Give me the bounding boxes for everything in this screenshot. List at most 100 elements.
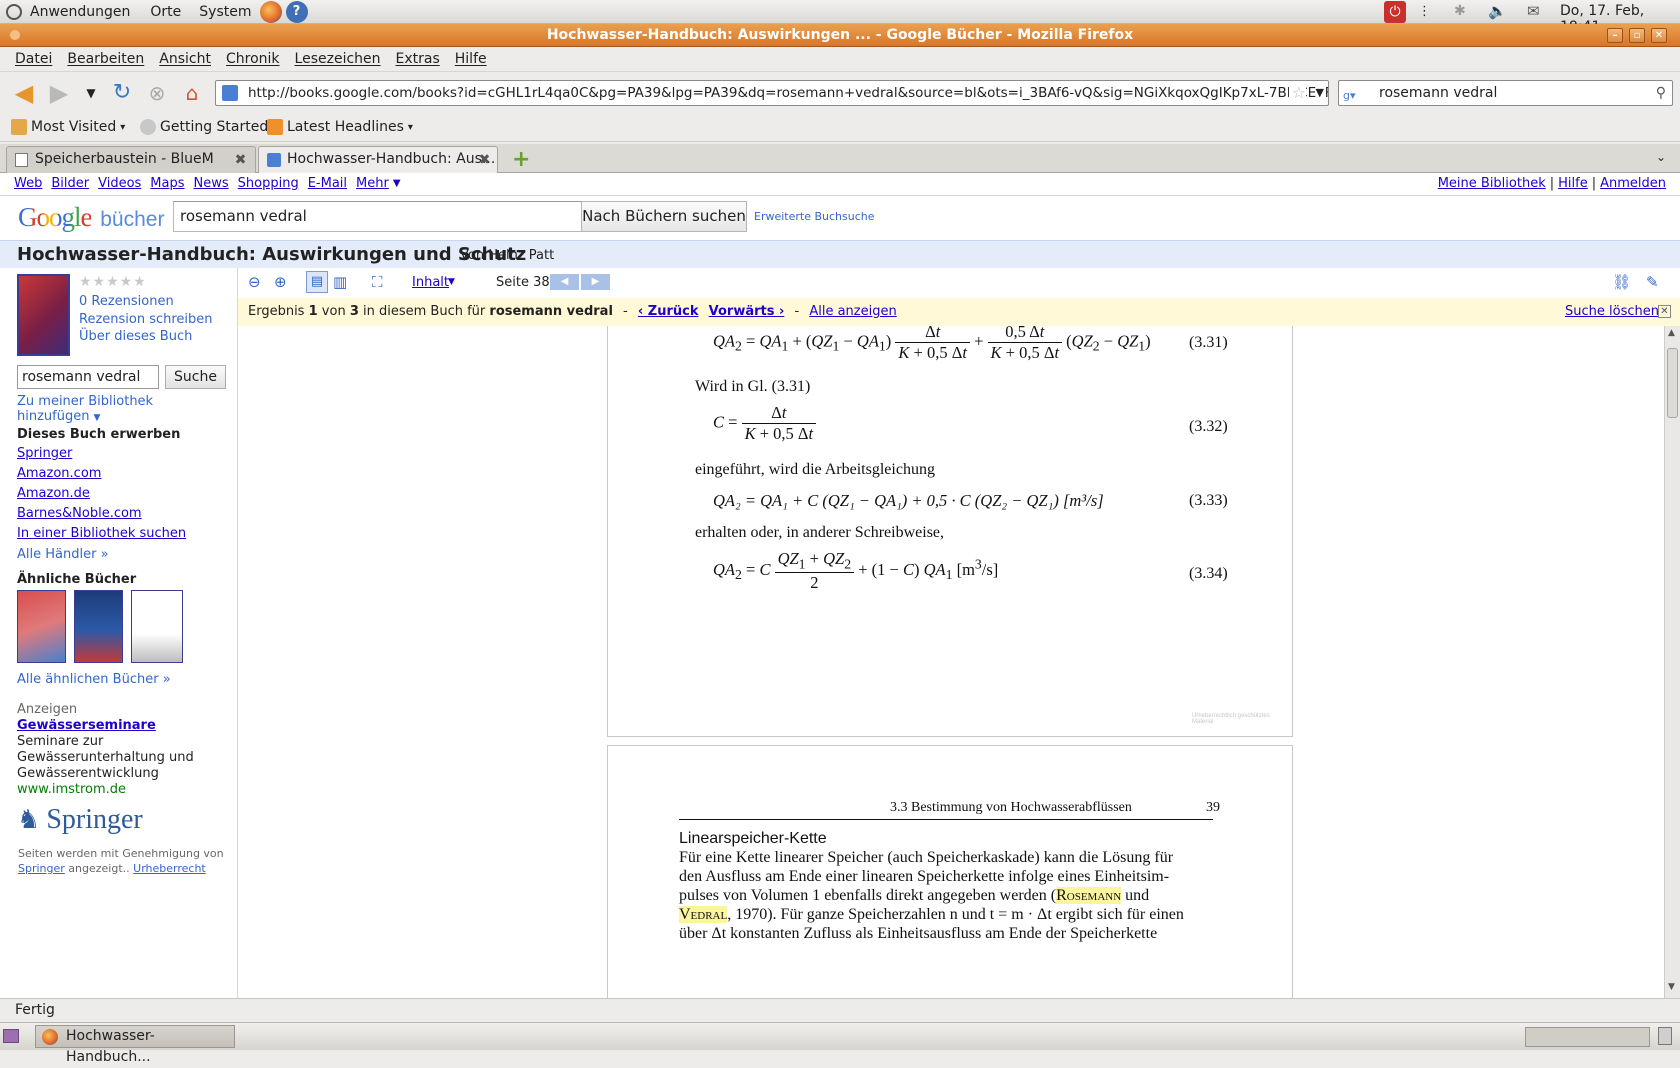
- network-icon[interactable]: ⋮: [1418, 4, 1431, 19]
- about-book-link[interactable]: Über dieses Buch: [79, 329, 192, 344]
- sidebar-search-button[interactable]: Suche: [165, 365, 226, 389]
- two-page-view-icon[interactable]: ▥: [333, 273, 347, 291]
- all-similar-books-link[interactable]: Alle ähnlichen Bücher »: [17, 672, 171, 687]
- gnome-foot-icon[interactable]: [6, 3, 22, 20]
- fullscreen-icon[interactable]: ⛶: [372, 273, 383, 291]
- book-cover-thumbnail[interactable]: [17, 274, 70, 356]
- close-tab-icon[interactable]: ✖: [233, 153, 248, 168]
- bookmark-latest-headlines[interactable]: Latest Headlines ▾: [267, 119, 413, 135]
- help-icon[interactable]: ?: [285, 0, 308, 23]
- search-go-icon[interactable]: ⚲: [1656, 81, 1666, 105]
- buy-link-springer[interactable]: Springer: [17, 446, 72, 461]
- home-icon[interactable]: ⌂: [180, 81, 204, 105]
- browser-search-box[interactable]: g▾ rosemann vedral ⚲: [1338, 80, 1673, 106]
- link-hilfe[interactable]: Hilfe: [1558, 176, 1588, 191]
- nav-maps[interactable]: Maps: [150, 176, 184, 192]
- add-to-library-link[interactable]: Zu meiner Bibliothek hinzufügen ▼: [17, 394, 237, 424]
- link-anmelden[interactable]: Anmelden: [1600, 176, 1666, 191]
- show-desktop-icon[interactable]: [3, 1029, 19, 1043]
- scroll-down-icon[interactable]: ▼: [1668, 982, 1675, 992]
- books-search-input[interactable]: rosemann vedral: [173, 201, 582, 232]
- prev-page-button[interactable]: ◀: [550, 274, 579, 290]
- nav-mehr[interactable]: Mehr: [356, 176, 389, 192]
- bookmark-getting-started[interactable]: Getting Started: [140, 119, 268, 135]
- trash-icon[interactable]: [1658, 1027, 1672, 1045]
- new-tab-icon[interactable]: +: [512, 147, 530, 172]
- menu-chronik[interactable]: Chronik: [226, 51, 280, 67]
- reviews-link[interactable]: 0 Rezensionen: [79, 294, 174, 309]
- mehr-dropdown-icon[interactable]: ▼: [393, 176, 401, 192]
- bluetooth-icon[interactable]: ✱: [1454, 3, 1466, 19]
- forward-arrow-icon[interactable]: ▶: [47, 81, 71, 105]
- similar-book-thumbnail[interactable]: [74, 590, 123, 663]
- viewer-scrollbar[interactable]: ▲ ▼: [1664, 326, 1680, 998]
- history-dropdown-icon[interactable]: ▼: [79, 81, 103, 105]
- search-engine-icon[interactable]: g▾: [1343, 84, 1371, 102]
- google-books-logo[interactable]: Google bücher: [18, 202, 164, 233]
- tab-list-icon[interactable]: ⌄: [1656, 150, 1666, 164]
- zoom-out-icon[interactable]: ⊖: [248, 273, 261, 291]
- edit-note-icon[interactable]: ✎: [1646, 273, 1659, 291]
- contents-dropdown[interactable]: Inhalt: [412, 275, 449, 290]
- bookmark-most-visited[interactable]: Most Visited ▾: [11, 119, 125, 135]
- close-window-button[interactable]: ✕: [1651, 28, 1667, 43]
- reload-icon[interactable]: ↻: [110, 81, 134, 105]
- result-forward-link[interactable]: Vorwärts ›: [709, 304, 785, 319]
- nav-shopping[interactable]: Shopping: [238, 176, 299, 192]
- menu-extras[interactable]: Extras: [396, 51, 440, 67]
- similar-book-thumbnail[interactable]: [131, 590, 183, 663]
- maximize-button[interactable]: ▫: [1629, 28, 1645, 43]
- copyright-link[interactable]: Urheberrecht: [133, 862, 206, 875]
- url-dropdown-icon[interactable]: ▼: [1315, 81, 1324, 105]
- volume-icon[interactable]: 🔈: [1488, 2, 1507, 20]
- nav-videos[interactable]: Videos: [98, 176, 141, 192]
- tab-speicherbaustein[interactable]: Speicherbaustein - BlueM ✖: [6, 146, 256, 173]
- sidebar-search-input[interactable]: rosemann vedral: [17, 365, 159, 389]
- menu-hilfe[interactable]: Hilfe: [455, 51, 487, 67]
- link-icon[interactable]: ⛓: [1612, 273, 1631, 291]
- contents-dropdown-icon[interactable]: ▼: [448, 277, 455, 287]
- bookmark-star-icon[interactable]: ☆: [1288, 81, 1306, 105]
- books-search-button[interactable]: Nach Büchern suchen: [581, 201, 747, 232]
- nav-email[interactable]: E-Mail: [308, 176, 347, 192]
- power-icon[interactable]: ⏻: [1384, 1, 1406, 23]
- back-arrow-icon[interactable]: ◀: [12, 81, 36, 105]
- firefox-launcher-icon[interactable]: [259, 0, 282, 23]
- nav-web[interactable]: Web: [14, 176, 42, 192]
- buy-link-amazon-com[interactable]: Amazon.com: [17, 466, 101, 481]
- menu-ansicht[interactable]: Ansicht: [159, 51, 211, 67]
- scrollbar-thumb[interactable]: [1667, 348, 1678, 418]
- similar-book-thumbnail[interactable]: [17, 590, 66, 663]
- zoom-in-icon[interactable]: ⊕: [274, 273, 287, 291]
- clear-search-link[interactable]: Suche löschen: [1565, 298, 1659, 326]
- permission-springer-link[interactable]: Springer: [18, 862, 65, 875]
- advanced-search-link[interactable]: Erweiterte Buchsuche: [754, 210, 875, 223]
- find-in-library-link[interactable]: In einer Bibliothek suchen: [17, 526, 186, 541]
- taskbar-item-firefox[interactable]: Hochwasser-Handbuch...: [35, 1025, 235, 1065]
- single-page-view-icon[interactable]: ▤: [306, 271, 328, 293]
- close-search-icon[interactable]: ✕: [1658, 305, 1671, 318]
- scroll-up-icon[interactable]: ▲: [1668, 328, 1675, 338]
- all-sellers-link[interactable]: Alle Händler »: [17, 547, 109, 562]
- stop-icon[interactable]: ⊗: [145, 81, 169, 105]
- window-titlebar[interactable]: Hochwasser-Handbuch: Auswirkungen ... - …: [0, 24, 1680, 47]
- url-bar[interactable]: http://books.google.com/books?id=cGHL1rL…: [215, 80, 1329, 106]
- page-scroll-area[interactable]: QA2 = QA1 + (QZ1 − QA1) Δt K + 0,5 Δt + 0…: [238, 326, 1664, 998]
- window-menu-icon[interactable]: [10, 30, 20, 40]
- menu-bearbeiten[interactable]: Bearbeiten: [67, 51, 144, 67]
- menu-datei[interactable]: Datei: [15, 51, 52, 67]
- mail-icon[interactable]: ✉: [1527, 2, 1540, 20]
- link-meine-bibliothek[interactable]: Meine Bibliothek: [1438, 176, 1546, 191]
- springer-logo[interactable]: ♞ Springer: [17, 804, 143, 836]
- show-all-results-link[interactable]: Alle anzeigen: [809, 304, 896, 319]
- tab-hochwasser[interactable]: Hochwasser-Handbuch: Aus... ✖: [258, 146, 498, 173]
- ad-url[interactable]: www.imstrom.de: [17, 782, 126, 797]
- workspace-switcher[interactable]: [1525, 1027, 1650, 1047]
- nav-news[interactable]: News: [194, 176, 229, 192]
- result-back-link[interactable]: ‹ Zurück: [638, 304, 699, 319]
- menu-orte[interactable]: Orte: [150, 4, 181, 20]
- next-page-button[interactable]: ▶: [581, 274, 610, 290]
- write-review-link[interactable]: Rezension schreiben: [79, 312, 213, 327]
- minimize-button[interactable]: –: [1607, 28, 1623, 43]
- menu-lesezeichen[interactable]: Lesezeichen: [295, 51, 381, 67]
